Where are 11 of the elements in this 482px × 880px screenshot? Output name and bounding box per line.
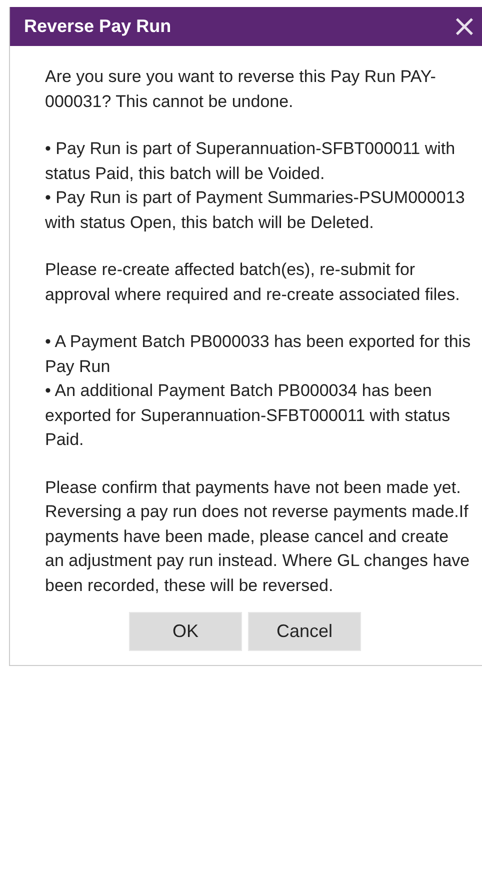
message-text: • A Payment Batch PB000033 has been exported for this Pay Run	[45, 331, 471, 378]
cancel-button[interactable]: Cancel	[248, 612, 361, 651]
message-text: • Pay Run is part of Superannuation-SFBT000011 with status Paid, this batch will be Voided.	[45, 138, 456, 184]
message-text: • An additional Payment Batch PB000034 has been exported for Superannuation-SFBT000011 with status Paid.	[45, 380, 452, 451]
message-text: • Pay Run is part of Payment Summaries-PSUM000013 with status Open, this batch will be Deleted.	[45, 187, 466, 234]
close-button[interactable]: ×	[446, 12, 482, 42]
message-text: Please confirm that payments have not been made yet. Reversing a pay run does not reverse payments made.If payments have been made, please cancel and create an adjustment pay run instead. Where GL changes have been recorded, these will be reversed.	[45, 476, 471, 596]
ok-button[interactable]: OK	[129, 612, 242, 651]
window-title: Reverse Pay Run	[24, 16, 172, 37]
message-text: Are you sure you want to reverse this Pay Run PAY-000031? This cannot be undone.	[45, 66, 437, 112]
message-text: Please re-create affected batch(es), re-submit for approval where required and re-create associated files.	[45, 259, 461, 306]
